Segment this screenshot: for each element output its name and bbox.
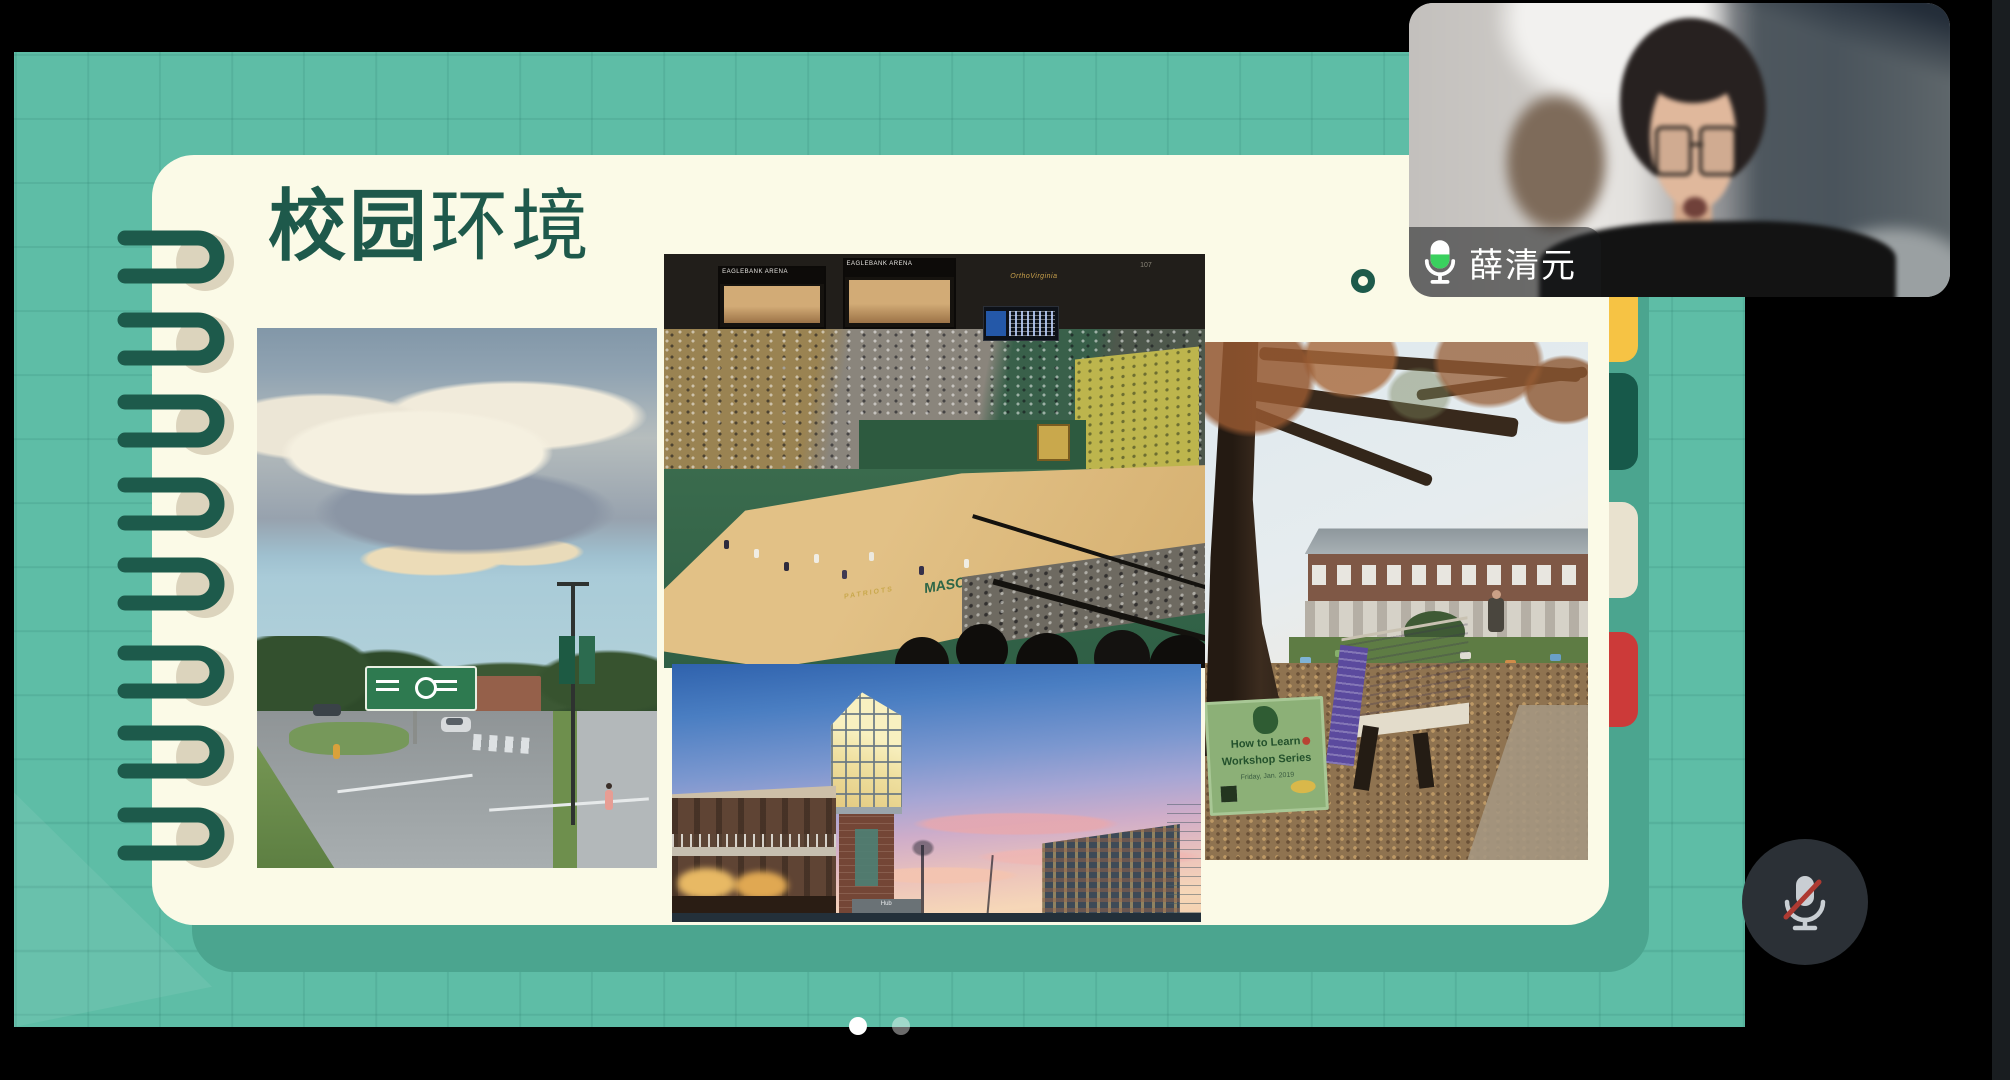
bench-workshop-sign: How to Learn Workshop Series Friday, Jan… [1205, 696, 1329, 816]
bench-leaf-canopy [1205, 342, 1588, 560]
tab-red [1609, 632, 1638, 727]
slide-title-rest: 环境 [430, 182, 592, 270]
arena-video-board: EAGLEBANK ARENA [843, 258, 957, 328]
app-root: 校园环境 EAGLEBANK ARENA [0, 0, 2010, 1080]
road-pedestrian [605, 790, 613, 810]
arena-video-board: EAGLEBANK ARENA [718, 266, 826, 328]
mute-button[interactable] [1742, 839, 1868, 965]
participant-name: 薛清元 [1469, 238, 1577, 287]
slide-title: 校园环境 [268, 184, 592, 270]
qr-code-icon [1220, 786, 1237, 803]
bench-person [1488, 598, 1504, 632]
decor-circle-icon [1351, 269, 1375, 293]
photo-basketball-arena: EAGLEBANK ARENA EAGLEBANK ARENA OrthoVir… [664, 254, 1205, 668]
window-edge-strip [1992, 0, 2010, 1080]
spiral-binding-icon [100, 210, 240, 870]
tab-cream [1609, 502, 1638, 598]
photo-dusk-tower: Hub [672, 664, 1201, 922]
road-car [441, 717, 471, 732]
pagination-dot-inactive [892, 1017, 910, 1035]
photo-autumn-bench: How to Learn Workshop Series Friday, Jan… [1205, 342, 1588, 860]
arena-scoreboard [983, 306, 1059, 341]
road-lamp-post [571, 582, 575, 825]
slide-title-bold: 校园 [268, 182, 430, 270]
road-direction-sign [365, 666, 477, 712]
dusk-glass-lantern [831, 692, 902, 811]
pagination-dot-active [849, 1017, 867, 1035]
microphone-level-icon [1423, 238, 1457, 286]
glasses-icon [1655, 126, 1693, 176]
bench-painted-bench [1343, 627, 1469, 788]
tab-green [1609, 373, 1638, 470]
microphone-muted-icon [1773, 870, 1837, 934]
photo-campus-road [257, 328, 657, 868]
arena-spectator-silhouettes [664, 254, 700, 290]
participant-name-tag: 薛清元 [1409, 227, 1601, 297]
